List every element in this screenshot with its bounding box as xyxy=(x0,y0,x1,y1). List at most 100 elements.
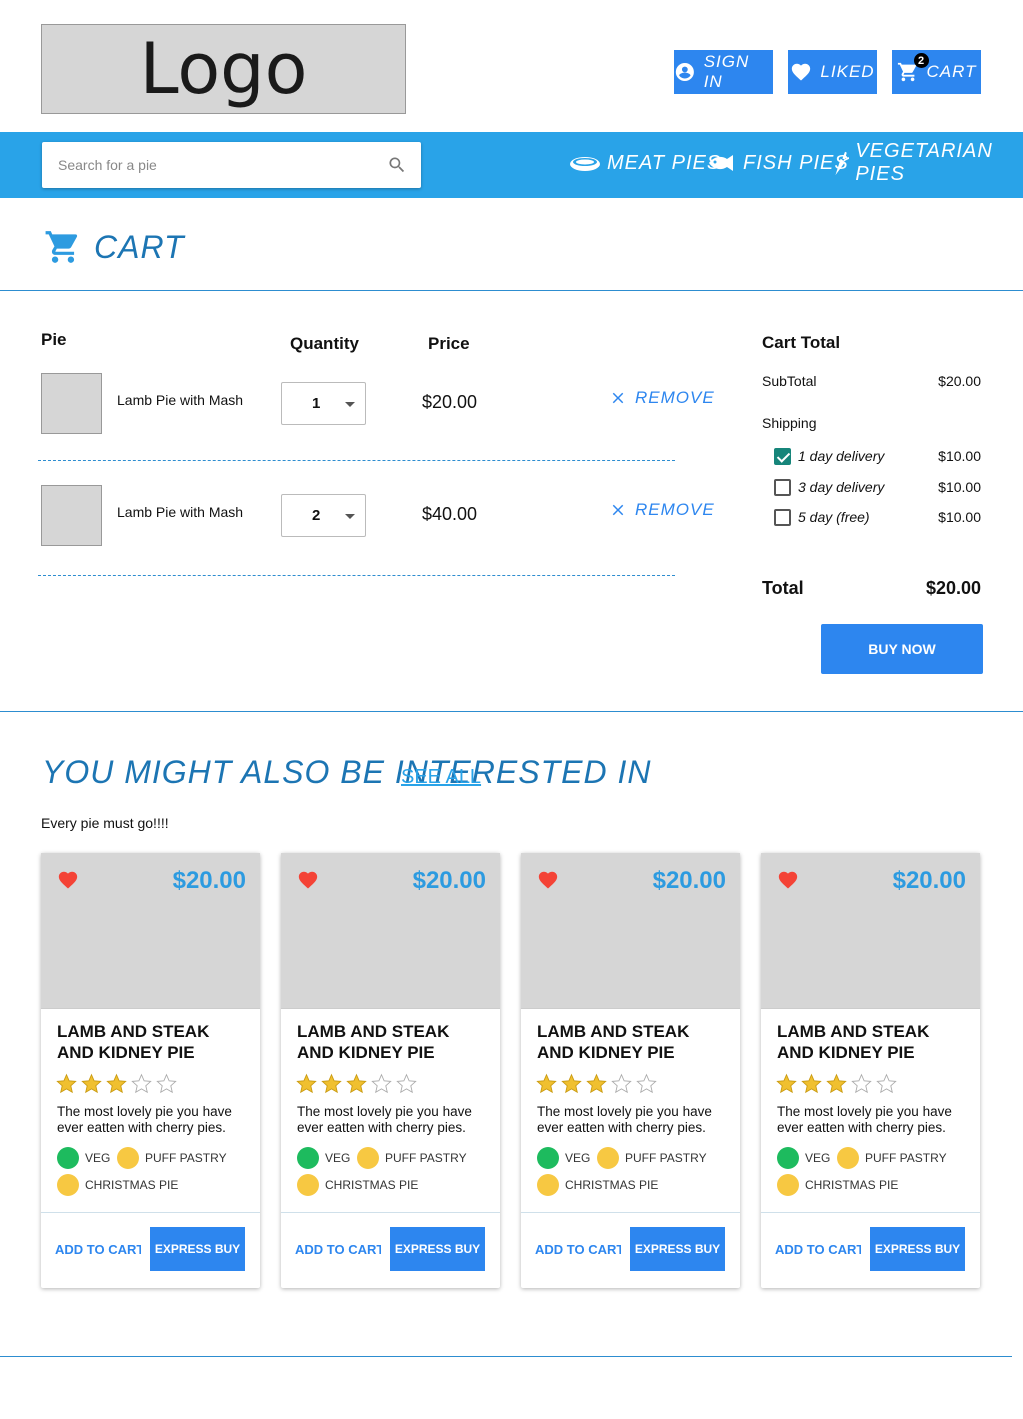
cart-button[interactable]: 2 CART xyxy=(892,50,981,94)
tag-christmas-pie: CHRISTMAS PIE xyxy=(57,1174,178,1196)
product-description: The most lovely pie you have ever eatten… xyxy=(537,1104,712,1135)
subtotal-value: $20.00 xyxy=(938,373,981,389)
caret-down-icon xyxy=(345,514,355,519)
nav-link-vegetarian-pies[interactable]: VEGETARIAN PIES xyxy=(832,140,1023,185)
nav-link-label: VEGETARIAN PIES xyxy=(855,140,993,185)
search-box xyxy=(42,142,421,188)
quantity-value: 1 xyxy=(312,395,321,412)
product-card[interactable]: $20.00 LAMB AND STEAK AND KIDNEY PIE The m… xyxy=(761,853,980,1288)
star-icon xyxy=(826,1073,847,1094)
sign-in-button[interactable]: SIGN IN xyxy=(674,50,773,94)
card-divider xyxy=(761,1212,980,1213)
tag-dot xyxy=(297,1174,319,1196)
star-icon xyxy=(561,1073,582,1094)
star-icon xyxy=(106,1073,127,1094)
star-icon xyxy=(851,1073,872,1094)
remove-button[interactable]: REMOVE xyxy=(609,388,715,408)
tag-label: VEG xyxy=(325,1151,351,1165)
shipping-checkbox-5-day[interactable] xyxy=(774,509,791,526)
see-all-link[interactable]: SEE ALL xyxy=(401,766,481,789)
shipping-label: Shipping xyxy=(762,415,817,431)
star-rating xyxy=(776,1073,897,1094)
buy-now-button[interactable]: BUY NOW xyxy=(821,624,983,674)
product-card[interactable]: $20.00 LAMB AND STEAK AND KIDNEY PIE The m… xyxy=(41,853,260,1288)
liked-button[interactable]: LIKED xyxy=(788,50,877,94)
cart-count-badge: 2 xyxy=(914,53,929,68)
remove-label: REMOVE xyxy=(635,500,715,519)
section-subtitle: Every pie must go!!!! xyxy=(41,815,169,831)
product-title[interactable]: LAMB AND STEAK AND KIDNEY PIE xyxy=(537,1021,727,1063)
star-icon xyxy=(296,1073,317,1094)
nav-link-meat-pies[interactable]: MEAT PIES xyxy=(569,146,721,180)
tag-label: PUFF PASTRY xyxy=(385,1151,467,1165)
shipping-option-label: 3 day delivery xyxy=(798,479,885,495)
page-title: CART xyxy=(94,228,185,265)
add-to-cart-button[interactable]: ADD TO CART xyxy=(295,1242,381,1257)
star-icon xyxy=(776,1073,797,1094)
product-thumbnail xyxy=(41,373,102,434)
remove-button[interactable]: REMOVE xyxy=(609,500,715,520)
star-rating xyxy=(536,1073,657,1094)
nav-link-fish-pies[interactable]: FISH PIES xyxy=(707,146,849,180)
cart-heading: CART xyxy=(44,228,185,266)
tag-dot xyxy=(537,1147,559,1169)
search-icon[interactable] xyxy=(387,155,407,175)
product-card[interactable]: $20.00 LAMB AND STEAK AND KIDNEY PIE The m… xyxy=(521,853,740,1288)
tag-dot xyxy=(777,1174,799,1196)
tag-label: VEG xyxy=(805,1151,831,1165)
add-to-cart-button[interactable]: ADD TO CART xyxy=(775,1242,861,1257)
star-icon xyxy=(346,1073,367,1094)
product-price: $20.00 xyxy=(652,867,726,894)
tag-veg: VEG xyxy=(777,1147,830,1169)
star-icon xyxy=(371,1073,392,1094)
quantity-select[interactable]: 1 xyxy=(281,382,366,425)
add-to-cart-button[interactable]: ADD TO CART xyxy=(535,1242,621,1257)
product-description: The most lovely pie you have ever eatten… xyxy=(57,1104,232,1135)
heart-icon[interactable] xyxy=(296,869,320,896)
quantity-select[interactable]: 2 xyxy=(281,494,366,537)
express-buy-button[interactable]: EXPRESS BUY xyxy=(390,1227,485,1271)
tag-label: VEG xyxy=(85,1151,111,1165)
star-rating xyxy=(56,1073,177,1094)
tag-dot xyxy=(297,1147,319,1169)
caret-down-icon xyxy=(345,402,355,407)
meat-icon xyxy=(570,157,600,171)
heart-icon[interactable] xyxy=(56,869,80,896)
product-price: $20.00 xyxy=(412,867,486,894)
star-icon xyxy=(611,1073,632,1094)
line-price: $40.00 xyxy=(422,504,478,524)
total-value: $20.00 xyxy=(925,578,981,598)
product-title[interactable]: LAMB AND STEAK AND KIDNEY PIE xyxy=(297,1021,487,1063)
tag-puff-pastry: PUFF PASTRY xyxy=(117,1147,227,1169)
product-title[interactable]: LAMB AND STEAK AND KIDNEY PIE xyxy=(777,1021,967,1063)
tag-puff-pastry: PUFF PASTRY xyxy=(357,1147,467,1169)
express-buy-button[interactable]: EXPRESS BUY xyxy=(870,1227,965,1271)
column-header-quantity: Quantity xyxy=(290,334,359,353)
express-buy-button[interactable]: EXPRESS BUY xyxy=(150,1227,245,1271)
shipping-checkbox-3-day[interactable] xyxy=(774,479,791,496)
product-title[interactable]: LAMB AND STEAK AND KIDNEY PIE xyxy=(57,1021,247,1063)
close-icon xyxy=(612,504,624,516)
tag-label: CHRISTMAS PIE xyxy=(565,1178,659,1192)
card-divider xyxy=(281,1212,500,1213)
product-card[interactable]: $20.00 LAMB AND STEAK AND KIDNEY PIE The m… xyxy=(281,853,500,1288)
express-buy-button[interactable]: EXPRESS BUY xyxy=(630,1227,725,1271)
tag-label: PUFF PASTRY xyxy=(625,1151,707,1165)
heart-icon[interactable] xyxy=(776,869,800,896)
tag-christmas-pie: CHRISTMAS PIE xyxy=(297,1174,418,1196)
fish-icon xyxy=(709,155,733,171)
tag-christmas-pie: CHRISTMAS PIE xyxy=(537,1174,658,1196)
tag-dot xyxy=(357,1147,379,1169)
search-input[interactable] xyxy=(42,142,362,188)
star-icon xyxy=(536,1073,557,1094)
add-to-cart-button[interactable]: ADD TO CART xyxy=(55,1242,141,1257)
heart-icon[interactable] xyxy=(536,869,560,896)
shipping-option-price: $10.00 xyxy=(938,448,981,464)
logo[interactable]: Logo xyxy=(41,24,406,114)
star-icon xyxy=(156,1073,177,1094)
shipping-checkbox-1-day[interactable] xyxy=(774,448,791,465)
tag-dot xyxy=(597,1147,619,1169)
tag-dot xyxy=(537,1174,559,1196)
tag-dot xyxy=(117,1147,139,1169)
row-divider xyxy=(38,460,675,461)
